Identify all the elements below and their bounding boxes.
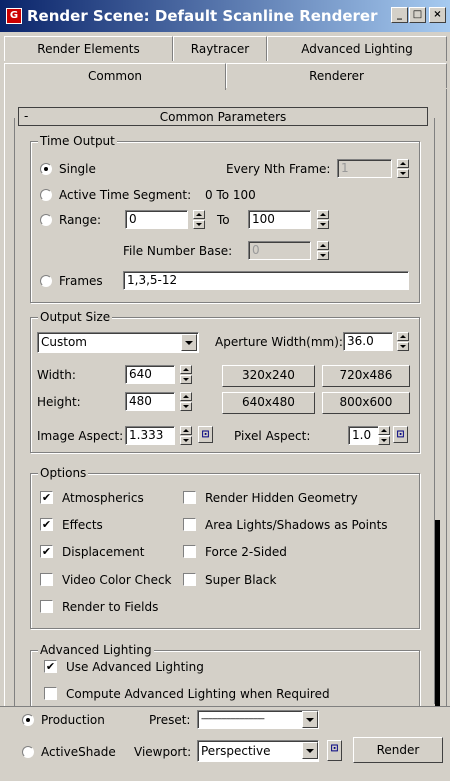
chevron-down-icon[interactable] bbox=[181, 334, 197, 351]
range-to-spinner[interactable] bbox=[317, 210, 329, 229]
displacement-checkbox[interactable]: ✔ bbox=[40, 545, 53, 558]
app-icon[interactable]: G bbox=[6, 8, 22, 24]
render-hidden-geometry-label[interactable]: Render Hidden Geometry bbox=[205, 490, 358, 506]
image-aspect-label: Image Aspect: bbox=[37, 429, 124, 443]
range-to-label: To bbox=[217, 213, 230, 227]
aperture-width-spinner[interactable] bbox=[397, 332, 409, 351]
time-output-legend: Time Output bbox=[38, 133, 117, 149]
activeshade-label[interactable]: ActiveShade bbox=[41, 744, 116, 760]
width-label: Width: bbox=[37, 368, 76, 382]
preset-320x240-button[interactable]: 320x240 bbox=[222, 365, 315, 387]
tab-common[interactable]: Common bbox=[4, 63, 226, 90]
every-nth-label: Every Nth Frame: bbox=[226, 162, 331, 176]
atmospherics-label[interactable]: Atmospherics bbox=[62, 490, 144, 506]
frames-radio[interactable] bbox=[40, 275, 52, 287]
rollout-header[interactable]: - Common Parameters bbox=[18, 107, 428, 126]
preset-640x480-button[interactable]: 640x480 bbox=[222, 392, 315, 414]
render-to-fields-label[interactable]: Render to Fields bbox=[62, 599, 158, 615]
width-input[interactable]: 640 bbox=[125, 365, 175, 384]
range-from-input[interactable]: 0 bbox=[125, 210, 188, 229]
file-number-base-input[interactable]: 0 bbox=[248, 241, 311, 260]
pixel-aspect-spinner[interactable] bbox=[378, 426, 390, 445]
minimize-button[interactable]: _ bbox=[391, 7, 408, 23]
image-aspect-lock-icon[interactable]: ⊡ bbox=[198, 426, 213, 443]
pixel-aspect-lock-icon[interactable]: ⊡ bbox=[393, 426, 408, 443]
window-title: Render Scene: Default Scanline Renderer bbox=[27, 7, 378, 25]
tab-renderer[interactable]: Renderer bbox=[226, 63, 447, 88]
options-legend: Options bbox=[38, 465, 89, 481]
force-2-sided-checkbox[interactable] bbox=[183, 545, 196, 558]
active-time-segment-radio[interactable] bbox=[40, 189, 52, 201]
every-nth-input[interactable]: 1 bbox=[337, 159, 392, 178]
use-advanced-lighting-label[interactable]: Use Advanced Lighting bbox=[66, 659, 204, 675]
viewport-lock-icon[interactable]: ⊡ bbox=[327, 740, 342, 761]
render-button[interactable]: Render bbox=[353, 737, 443, 763]
frames-label[interactable]: Frames bbox=[59, 273, 103, 289]
output-size-legend: Output Size bbox=[38, 309, 113, 325]
area-lights-shadows-checkbox[interactable] bbox=[183, 518, 196, 531]
image-aspect-spinner[interactable] bbox=[180, 426, 192, 445]
height-input[interactable]: 480 bbox=[125, 392, 175, 411]
height-label: Height: bbox=[37, 395, 81, 409]
aperture-width-label: Aperture Width(mm): bbox=[215, 335, 343, 349]
preset-720x486-button[interactable]: 720x486 bbox=[322, 365, 410, 387]
tab-raytracer[interactable]: Raytracer bbox=[173, 36, 267, 61]
range-radio[interactable] bbox=[40, 214, 52, 226]
render-hidden-geometry-checkbox[interactable] bbox=[183, 491, 196, 504]
frames-input[interactable]: 1,3,5-12 bbox=[123, 271, 409, 290]
viewport-label: Viewport: bbox=[134, 745, 192, 759]
atmospherics-checkbox[interactable]: ✔ bbox=[40, 491, 53, 504]
scrollbar-thumb[interactable] bbox=[435, 520, 440, 706]
range-to-input[interactable]: 100 bbox=[248, 210, 311, 229]
effects-checkbox[interactable]: ✔ bbox=[40, 518, 53, 531]
restore-button[interactable]: □ bbox=[409, 7, 426, 23]
preset-dropdown[interactable]: ---------------------------- bbox=[197, 710, 319, 729]
image-aspect-input[interactable]: 1.333 bbox=[125, 426, 175, 445]
displacement-label[interactable]: Displacement bbox=[62, 544, 145, 560]
video-color-check-label[interactable]: Video Color Check bbox=[62, 572, 172, 588]
compute-advanced-lighting-checkbox[interactable] bbox=[44, 687, 57, 700]
viewport-chevron-down-icon[interactable] bbox=[302, 742, 318, 759]
compute-advanced-lighting-label[interactable]: Compute Advanced Lighting when Required bbox=[66, 686, 330, 702]
single-radio[interactable] bbox=[40, 163, 52, 175]
super-black-checkbox[interactable] bbox=[183, 573, 196, 586]
file-number-base-label: File Number Base: bbox=[123, 244, 233, 258]
file-number-base-spinner[interactable] bbox=[317, 241, 329, 260]
preset-label: Preset: bbox=[149, 713, 191, 727]
range-label[interactable]: Range: bbox=[59, 212, 101, 228]
effects-label[interactable]: Effects bbox=[62, 517, 103, 533]
force-2-sided-label[interactable]: Force 2-Sided bbox=[205, 544, 287, 560]
width-spinner[interactable] bbox=[180, 365, 192, 384]
rollout-border bbox=[14, 118, 15, 708]
area-lights-shadows-label[interactable]: Area Lights/Shadows as Points bbox=[205, 517, 388, 533]
activeshade-radio[interactable] bbox=[22, 746, 34, 758]
preset-chevron-down-icon[interactable] bbox=[302, 711, 318, 728]
title-bar[interactable]: G Render Scene: Default Scanline Rendere… bbox=[0, 0, 450, 32]
production-label[interactable]: Production bbox=[41, 712, 105, 728]
every-nth-spinner[interactable] bbox=[397, 159, 409, 178]
render-to-fields-checkbox[interactable] bbox=[40, 600, 53, 613]
aperture-width-input[interactable]: 36.0 bbox=[343, 332, 393, 351]
active-time-segment-value: 0 To 100 bbox=[205, 188, 256, 202]
tab-advanced-lighting[interactable]: Advanced Lighting bbox=[267, 36, 447, 61]
tab-render-elements[interactable]: Render Elements bbox=[4, 36, 173, 61]
production-radio[interactable] bbox=[22, 714, 34, 726]
video-color-check-checkbox[interactable] bbox=[40, 573, 53, 586]
use-advanced-lighting-checkbox[interactable]: ✔ bbox=[44, 660, 57, 673]
output-size-preset-dropdown[interactable]: Custom bbox=[37, 332, 199, 353]
close-button[interactable]: × bbox=[429, 7, 446, 23]
active-time-segment-label[interactable]: Active Time Segment: bbox=[59, 187, 191, 203]
range-from-spinner[interactable] bbox=[193, 210, 205, 229]
rollout-title: Common Parameters bbox=[159, 110, 287, 124]
height-spinner[interactable] bbox=[180, 392, 192, 411]
pixel-aspect-label: Pixel Aspect: bbox=[234, 429, 311, 443]
preset-800x600-button[interactable]: 800x600 bbox=[322, 392, 410, 414]
single-label[interactable]: Single bbox=[59, 161, 96, 177]
viewport-dropdown[interactable]: Perspective bbox=[197, 740, 319, 762]
super-black-label[interactable]: Super Black bbox=[205, 572, 276, 588]
advanced-lighting-legend: Advanced Lighting bbox=[38, 642, 154, 658]
